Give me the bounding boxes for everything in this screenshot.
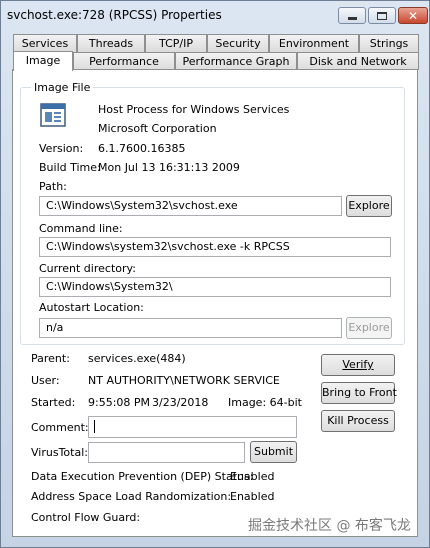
parent-label: Parent: xyxy=(31,352,70,365)
tab-tcpip[interactable]: TCP/IP xyxy=(145,34,207,52)
maximize-icon xyxy=(377,11,387,20)
started-time: 9:55:08 PM xyxy=(88,396,151,409)
tab-threads[interactable]: Threads xyxy=(77,34,145,52)
version-label: Version: xyxy=(39,142,84,155)
current-directory-field[interactable]: C:\Windows\System32\ xyxy=(39,277,391,297)
explore-path-button[interactable]: Explore xyxy=(346,195,392,217)
tab-security[interactable]: Security xyxy=(207,34,269,52)
build-time-label: Build Time: xyxy=(39,161,101,174)
version-value: 6.1.7600.16385 xyxy=(98,142,186,155)
tab-performance[interactable]: Performance xyxy=(73,52,175,70)
path-label: Path: xyxy=(39,180,67,193)
dep-status-label: Data Execution Prevention (DEP) Status: xyxy=(31,470,254,483)
explore-autostart-button[interactable]: Explore xyxy=(346,317,392,339)
command-line-field[interactable]: C:\Windows\system32\svchost.exe -k RPCSS xyxy=(39,237,391,257)
company-name: Microsoft Corporation xyxy=(98,122,217,135)
user-value: NT AUTHORITY\NETWORK SERVICE xyxy=(88,374,280,387)
aslr-label: Address Space Load Randomization: xyxy=(31,490,232,503)
autostart-location-label: Autostart Location: xyxy=(39,301,144,314)
aslr-value: Enabled xyxy=(230,490,275,503)
image-bitness: Image: 64-bit xyxy=(228,396,302,409)
parent-value: services.exe(484) xyxy=(88,352,186,365)
started-label: Started: xyxy=(31,396,76,409)
close-button[interactable]: ✕ xyxy=(398,7,428,24)
text-caret xyxy=(94,420,95,433)
started-date: 3/23/2018 xyxy=(152,396,209,409)
verify-label: Verify xyxy=(342,358,374,371)
window-title: svchost.exe:728 (RPCSS) Properties xyxy=(7,8,222,22)
submit-button[interactable]: Submit xyxy=(250,441,297,463)
tab-performance-graph[interactable]: Performance Graph xyxy=(175,52,297,70)
minimize-icon xyxy=(347,17,357,20)
title-bar: svchost.exe:728 (RPCSS) Properties ✕ xyxy=(1,1,429,29)
image-file-group-label: Image File xyxy=(31,81,94,94)
minimize-button[interactable] xyxy=(338,7,366,24)
watermark: 掘金技术社区 @ 布客飞龙 xyxy=(248,518,411,534)
bring-to-front-button[interactable]: Bring to Front xyxy=(321,382,397,404)
command-line-label: Command line: xyxy=(39,222,123,235)
tab-disk-and-network[interactable]: Disk and Network xyxy=(297,52,419,70)
path-field[interactable]: C:\Windows\System32\svchost.exe xyxy=(39,196,342,216)
virustotal-field[interactable] xyxy=(88,442,245,463)
kill-process-button[interactable]: Kill Process xyxy=(321,410,395,432)
comment-input[interactable] xyxy=(88,416,297,438)
control-flow-guard-label: Control Flow Guard: xyxy=(31,511,141,524)
virustotal-label: VirusTotal: xyxy=(31,446,88,459)
tab-environment[interactable]: Environment xyxy=(269,34,359,52)
comment-label: Comment: xyxy=(31,421,89,434)
build-time-value: Mon Jul 13 16:31:13 2009 xyxy=(98,161,240,174)
tab-image[interactable]: Image xyxy=(13,51,73,71)
close-icon: ✕ xyxy=(407,8,419,23)
dep-status-value: Enabled xyxy=(230,470,275,483)
maximize-button[interactable] xyxy=(368,7,396,24)
tab-strings[interactable]: Strings xyxy=(359,34,419,52)
tab-services[interactable]: Services xyxy=(13,34,77,52)
application-icon xyxy=(40,103,66,127)
autostart-location-field[interactable]: n/a xyxy=(39,318,342,338)
user-label: User: xyxy=(31,374,60,387)
current-directory-label: Current directory: xyxy=(39,262,136,275)
verify-button[interactable]: Verify xyxy=(321,354,395,376)
file-description: Host Process for Windows Services xyxy=(98,103,290,116)
